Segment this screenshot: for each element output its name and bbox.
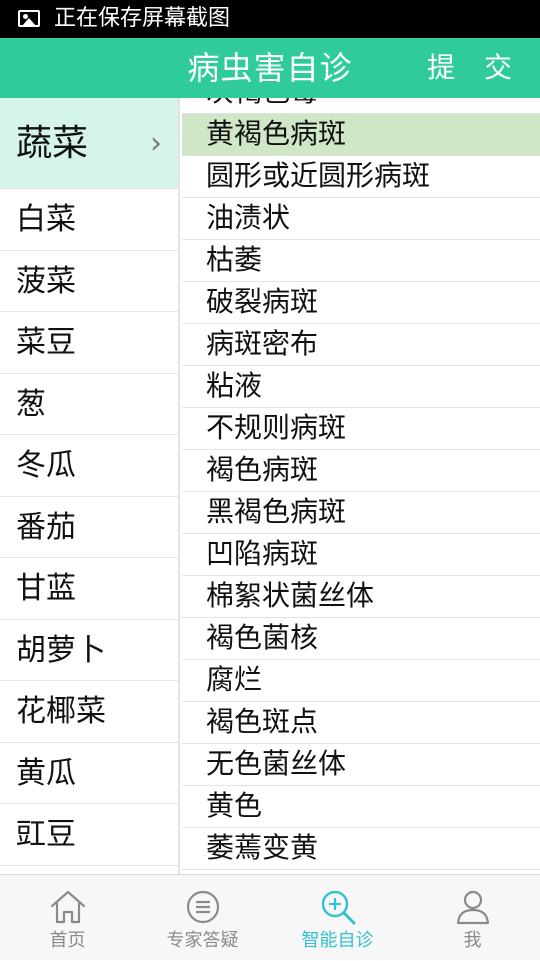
symptom-item[interactable]: 圆形或近圆形病斑 (182, 156, 540, 198)
category-label: 蔬菜 (16, 123, 89, 164)
symptom-item[interactable]: 油渍状 (182, 198, 540, 240)
vegetable-list[interactable]: 蔬菜 › 白菜 菠菜 菜豆 葱 冬瓜 番茄 甘蓝 胡萝卜 花椰菜 黄瓜 豇豆 (0, 98, 180, 874)
symptom-item[interactable]: 不规则病斑 (182, 408, 540, 450)
vegetable-item[interactable]: 白菜 (0, 189, 178, 251)
symptom-item[interactable]: 褐色病斑 (182, 450, 540, 492)
symptom-label: 不规则病斑 (206, 411, 347, 444)
status-bar: 正在保存屏幕截图 (0, 0, 540, 38)
symptom-item[interactable]: 灰褐色霉 (182, 98, 540, 114)
symptom-item[interactable]: 黑褐色病斑 (182, 492, 540, 534)
vegetable-label: 冬瓜 (16, 448, 76, 483)
symptom-label: 粘液 (206, 369, 263, 402)
vegetable-label: 甘蓝 (16, 571, 76, 606)
symptom-label: 破裂病斑 (206, 285, 319, 318)
vegetable-label: 番茄 (16, 509, 76, 545)
tab-home[interactable]: 首页 (0, 875, 135, 961)
submit-button[interactable]: 提 交 (427, 50, 522, 86)
vegetable-label: 花椰菜 (16, 694, 106, 729)
vegetable-item[interactable]: 胡萝卜 (0, 620, 178, 681)
symptom-label: 凹陷病斑 (206, 537, 319, 570)
header-bar: 病虫害自诊 提 交 (0, 38, 540, 98)
symptom-label: 腐烂 (206, 663, 263, 696)
symptom-label: 油渍状 (206, 201, 291, 234)
tab-label: 专家答疑 (166, 930, 239, 951)
symptom-item[interactable]: 棉絮状菌丝体 (182, 576, 540, 618)
vegetable-label: 菠菜 (16, 263, 76, 299)
tab-me[interactable]: 我 (405, 875, 540, 961)
home-icon (50, 890, 86, 924)
symptom-item[interactable]: 无色菌丝体 (182, 744, 540, 786)
vegetable-item[interactable]: 葱 (0, 374, 178, 435)
symptom-item[interactable]: 褐色菌核 (182, 618, 540, 660)
vegetable-item[interactable]: 豇豆 (0, 804, 178, 866)
vegetable-item[interactable]: 甘蓝 (0, 558, 178, 620)
symptom-item[interactable]: 萎蔫变黄 (182, 828, 540, 870)
tab-smart-diagnosis[interactable]: 智能自诊 (270, 875, 405, 961)
symptom-label: 褐色病斑 (206, 453, 319, 486)
symptom-label: 圆形或近圆形病斑 (206, 159, 431, 192)
symptom-label: 病斑密布 (206, 327, 319, 360)
chevron-right-icon: › (150, 126, 162, 161)
tab-label: 首页 (49, 930, 86, 951)
chat-icon (186, 890, 220, 924)
symptom-label: 褐色菌核 (206, 621, 319, 654)
vegetable-item[interactable]: 花椰菜 (0, 681, 178, 743)
symptom-label: 黄褐色病斑 (206, 117, 347, 150)
symptom-label: 褐色斑点 (206, 705, 319, 738)
vegetable-item[interactable]: 菠菜 (0, 251, 178, 312)
diagnosis-search-icon (321, 890, 356, 925)
symptom-label: 棉絮状菌丝体 (206, 579, 375, 612)
status-text: 正在保存屏幕截图 (54, 6, 231, 31)
vegetable-label: 胡萝卜 (16, 632, 106, 668)
vegetable-label: 菜豆 (16, 325, 76, 360)
symptom-label: 枯萎 (206, 243, 263, 276)
symptom-item-selected[interactable]: 黄褐色病斑 (182, 114, 540, 156)
bottom-tab-bar: 首页 专家答疑 智能自诊 我 (0, 874, 540, 960)
symptom-label: 黑褐色病斑 (206, 495, 347, 528)
vegetable-item[interactable]: 黄瓜 (0, 743, 178, 804)
symptom-label: 灰褐色霉 (206, 98, 318, 110)
symptom-list[interactable]: 灰褐色霉 黄褐色病斑 圆形或近圆形病斑 油渍状 枯萎 破裂病斑 病斑密布 粘液 … (182, 98, 540, 874)
user-icon (456, 890, 490, 925)
vegetable-label: 豇豆 (16, 817, 76, 852)
vegetable-label: 白菜 (16, 202, 76, 237)
vegetable-label: 葱 (16, 386, 46, 422)
symptom-item[interactable]: 褐色斑点 (182, 702, 540, 744)
vegetable-item[interactable]: 菜豆 (0, 312, 178, 374)
symptom-item[interactable]: 凹陷病斑 (182, 534, 540, 576)
category-vegetables[interactable]: 蔬菜 › (0, 98, 178, 189)
vegetable-label: 黄瓜 (16, 755, 76, 791)
vegetable-item[interactable]: 冬瓜 (0, 435, 178, 497)
symptom-label: 黄色 (206, 789, 263, 822)
image-icon (18, 10, 40, 27)
symptom-item[interactable]: 病斑密布 (182, 324, 540, 366)
tab-expert-qa[interactable]: 专家答疑 (135, 875, 270, 961)
symptom-item[interactable]: 腐烂 (182, 660, 540, 702)
tab-label: 智能自诊 (301, 930, 374, 951)
tab-label: 我 (463, 930, 482, 951)
symptom-item[interactable]: 黄色 (182, 786, 540, 828)
symptom-item[interactable]: 枯萎 (182, 240, 540, 282)
vegetable-item[interactable]: 番茄 (0, 497, 178, 558)
symptom-item[interactable]: 粘液 (182, 366, 540, 408)
symptom-label: 无色菌丝体 (206, 747, 347, 780)
symptom-label: 萎蔫变黄 (206, 831, 319, 864)
symptom-item[interactable]: 破裂病斑 (182, 282, 540, 324)
